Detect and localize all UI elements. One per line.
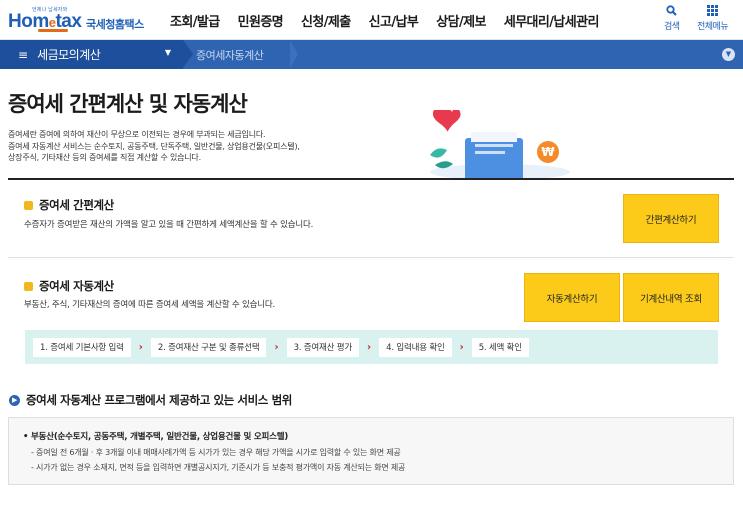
service-scope-box: • 부동산(순수토지, 공동주택, 개별주택, 일반건물, 상업용건물 및 오피… (8, 417, 734, 485)
breadcrumb: ≡ 세금모의계산 ▼ 증여세자동계산 ▼ (0, 40, 743, 69)
step-2: 2. 증여재산 구분 및 종류선택 (150, 337, 267, 357)
nav-item-applications[interactable]: 신청/제출 (301, 11, 351, 30)
nav-item-tax-agent[interactable]: 세무대리/납세관리 (504, 11, 600, 30)
step-4: 4. 입력내용 확인 (379, 337, 452, 357)
auto-calc-title: 증여세 자동계산 (24, 278, 114, 294)
list-item: - 시가가 없는 경우 소재지, 면적 등을 입력하면 개별공시지가, 기준시가… (31, 463, 406, 472)
step-1: 1. 증여세 기본사항 입력 (33, 337, 131, 357)
breadcrumb-menu-dropdown[interactable]: ≡ 세금모의계산 ▼ (0, 40, 193, 69)
list-item: - 증여일 전 6개월 · 후 3개월 이내 매매사례가액 등 시가가 있는 경… (31, 448, 401, 457)
section-rule (8, 178, 734, 180)
chevron-right-icon: › (274, 341, 279, 353)
nav-item-filing-payment[interactable]: 신고/납부 (369, 11, 419, 30)
service-scope-title: ▶ 증여세 자동계산 프로그램에서 제공하고 있는 서비스 범위 (9, 392, 292, 408)
breadcrumb-menu-label: 세금모의계산 (37, 48, 101, 62)
logo-swoosh (38, 29, 68, 32)
page-title: 증여세 간편계산 및 자동계산 (8, 92, 248, 116)
hometax-logo[interactable]: 언제나 납세자와 Hometax 국세청홈택스 (8, 6, 148, 34)
search-icon (666, 5, 677, 16)
history-lookup-button[interactable]: 기계산내역 조회 (623, 273, 719, 322)
auto-calc-description: 부동산, 주식, 기타재산의 증여에 따른 증여세 세액을 계산할 수 있습니다… (24, 300, 276, 310)
top-header: 언제나 납세자와 Hometax 국세청홈택스 조회/발급 민원증명 신청/제출… (0, 0, 743, 40)
breadcrumb-current[interactable]: 증여세자동계산 (196, 40, 264, 69)
breadcrumb-separator (290, 40, 298, 68)
caret-down-icon: ▼ (164, 48, 171, 57)
section-divider (8, 257, 734, 258)
step-5: 5. 세액 확인 (471, 337, 529, 357)
gift-illustration: ₩ (430, 110, 570, 180)
chevron-right-icon: › (367, 341, 372, 353)
calc-steps: 1. 증여세 기본사항 입력 › 2. 증여재산 구분 및 종류선택 › 3. … (25, 330, 718, 364)
simple-calc-description: 수증자가 증여받은 재산의 가액을 알고 있을 때 간편하게 세액계산을 할 수… (24, 220, 314, 230)
bullet-icon (24, 282, 33, 291)
nav-item-certificates[interactable]: 민원증명 (238, 11, 284, 30)
simple-calc-button[interactable]: 간편계산하기 (623, 194, 719, 243)
logo-subtitle: 국세청홈택스 (86, 18, 144, 31)
nav-item-lookup[interactable]: 조회/발급 (170, 11, 220, 30)
chevron-down-icon[interactable]: ▼ (722, 48, 735, 61)
bullet-icon (24, 201, 33, 210)
search-button[interactable]: 검색 (664, 5, 680, 32)
all-menu-button[interactable]: 전체메뉴 (697, 5, 729, 32)
step-3: 3. 증여재산 평가 (286, 337, 360, 357)
page-description: 증여세란 증여에 의하여 재산이 무상으로 이전되는 경우에 부과되는 세금입니… (8, 130, 300, 162)
grid-icon (707, 5, 719, 16)
simple-calc-title: 증여세 간편계산 (24, 197, 114, 213)
search-label: 검색 (664, 22, 680, 32)
hamburger-icon: ≡ (18, 47, 29, 62)
won-badge-icon: ₩ (541, 145, 555, 159)
auto-calc-button[interactable]: 자동계산하기 (524, 273, 620, 322)
chevron-right-icon: › (459, 341, 464, 353)
arrow-circle-icon: ▶ (9, 394, 20, 406)
all-menu-label: 전체메뉴 (697, 22, 729, 32)
breadcrumb-arrow (183, 40, 193, 68)
service-scope-heading: • 부동산(순수토지, 공동주택, 개별주택, 일반건물, 상업용건물 및 오피… (23, 432, 289, 442)
main-nav: 조회/발급 민원증명 신청/제출 신고/납부 상담/제보 세무대리/납세관리 (170, 0, 617, 40)
nav-item-consulting[interactable]: 상담/제보 (436, 11, 486, 30)
chevron-right-icon: › (138, 341, 143, 353)
